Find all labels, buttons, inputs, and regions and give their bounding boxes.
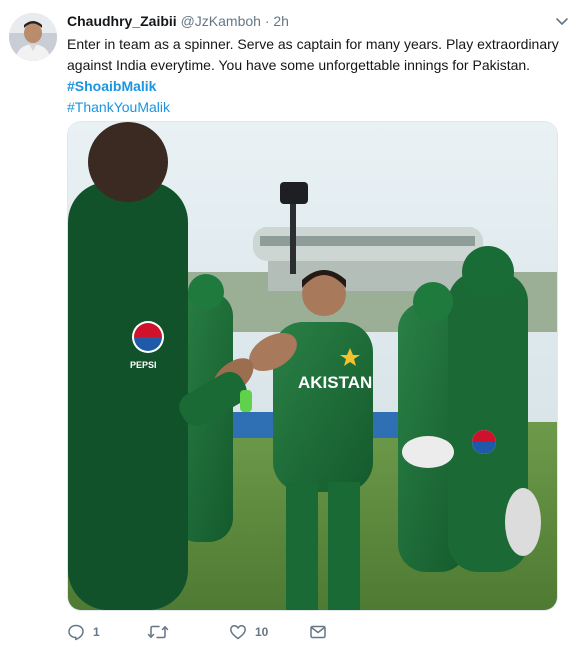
tweet-text-line: Enter in team as a spinner. Serve as cap… [67, 36, 559, 52]
photo-scene: AKISTAN PEPSI [68, 122, 557, 610]
retweet-icon [147, 623, 169, 641]
tweet-photo[interactable]: AKISTAN PEPSI [67, 121, 558, 611]
tweet-card[interactable]: Chaudhry_Zaibii @JzKamboh · 2h Enter in … [0, 0, 580, 646]
tweet-text-line: against India everytime. You have some u… [67, 57, 531, 73]
jersey-text: AKISTAN [298, 373, 372, 392]
envelope-icon [309, 623, 327, 641]
hashtag-link[interactable]: #ThankYouMalik [67, 97, 557, 118]
tweet-timestamp[interactable]: 2h [273, 13, 289, 29]
direct-message-button[interactable] [309, 622, 327, 642]
tweet-text: Enter in team as a spinner. Serve as cap… [67, 34, 559, 118]
author-handle[interactable]: @JzKamboh [181, 13, 261, 29]
reply-count: 1 [93, 625, 100, 639]
retweet-button[interactable] [147, 622, 177, 642]
tweet-header: Chaudhry_Zaibii @JzKamboh · 2h [67, 12, 289, 30]
reply-button[interactable]: 1 [67, 622, 100, 642]
author-name[interactable]: Chaudhry_Zaibii [67, 13, 177, 29]
like-count: 10 [255, 625, 269, 639]
avatar[interactable] [9, 13, 57, 61]
header-separator: · [264, 13, 270, 29]
reply-icon [67, 623, 85, 641]
chevron-down-icon[interactable] [554, 13, 570, 29]
like-button[interactable]: 10 [229, 622, 268, 642]
heart-icon [229, 623, 247, 641]
sponsor-text: PEPSI [130, 360, 157, 370]
hashtag-link[interactable]: #ShoaibMalik [67, 76, 557, 97]
